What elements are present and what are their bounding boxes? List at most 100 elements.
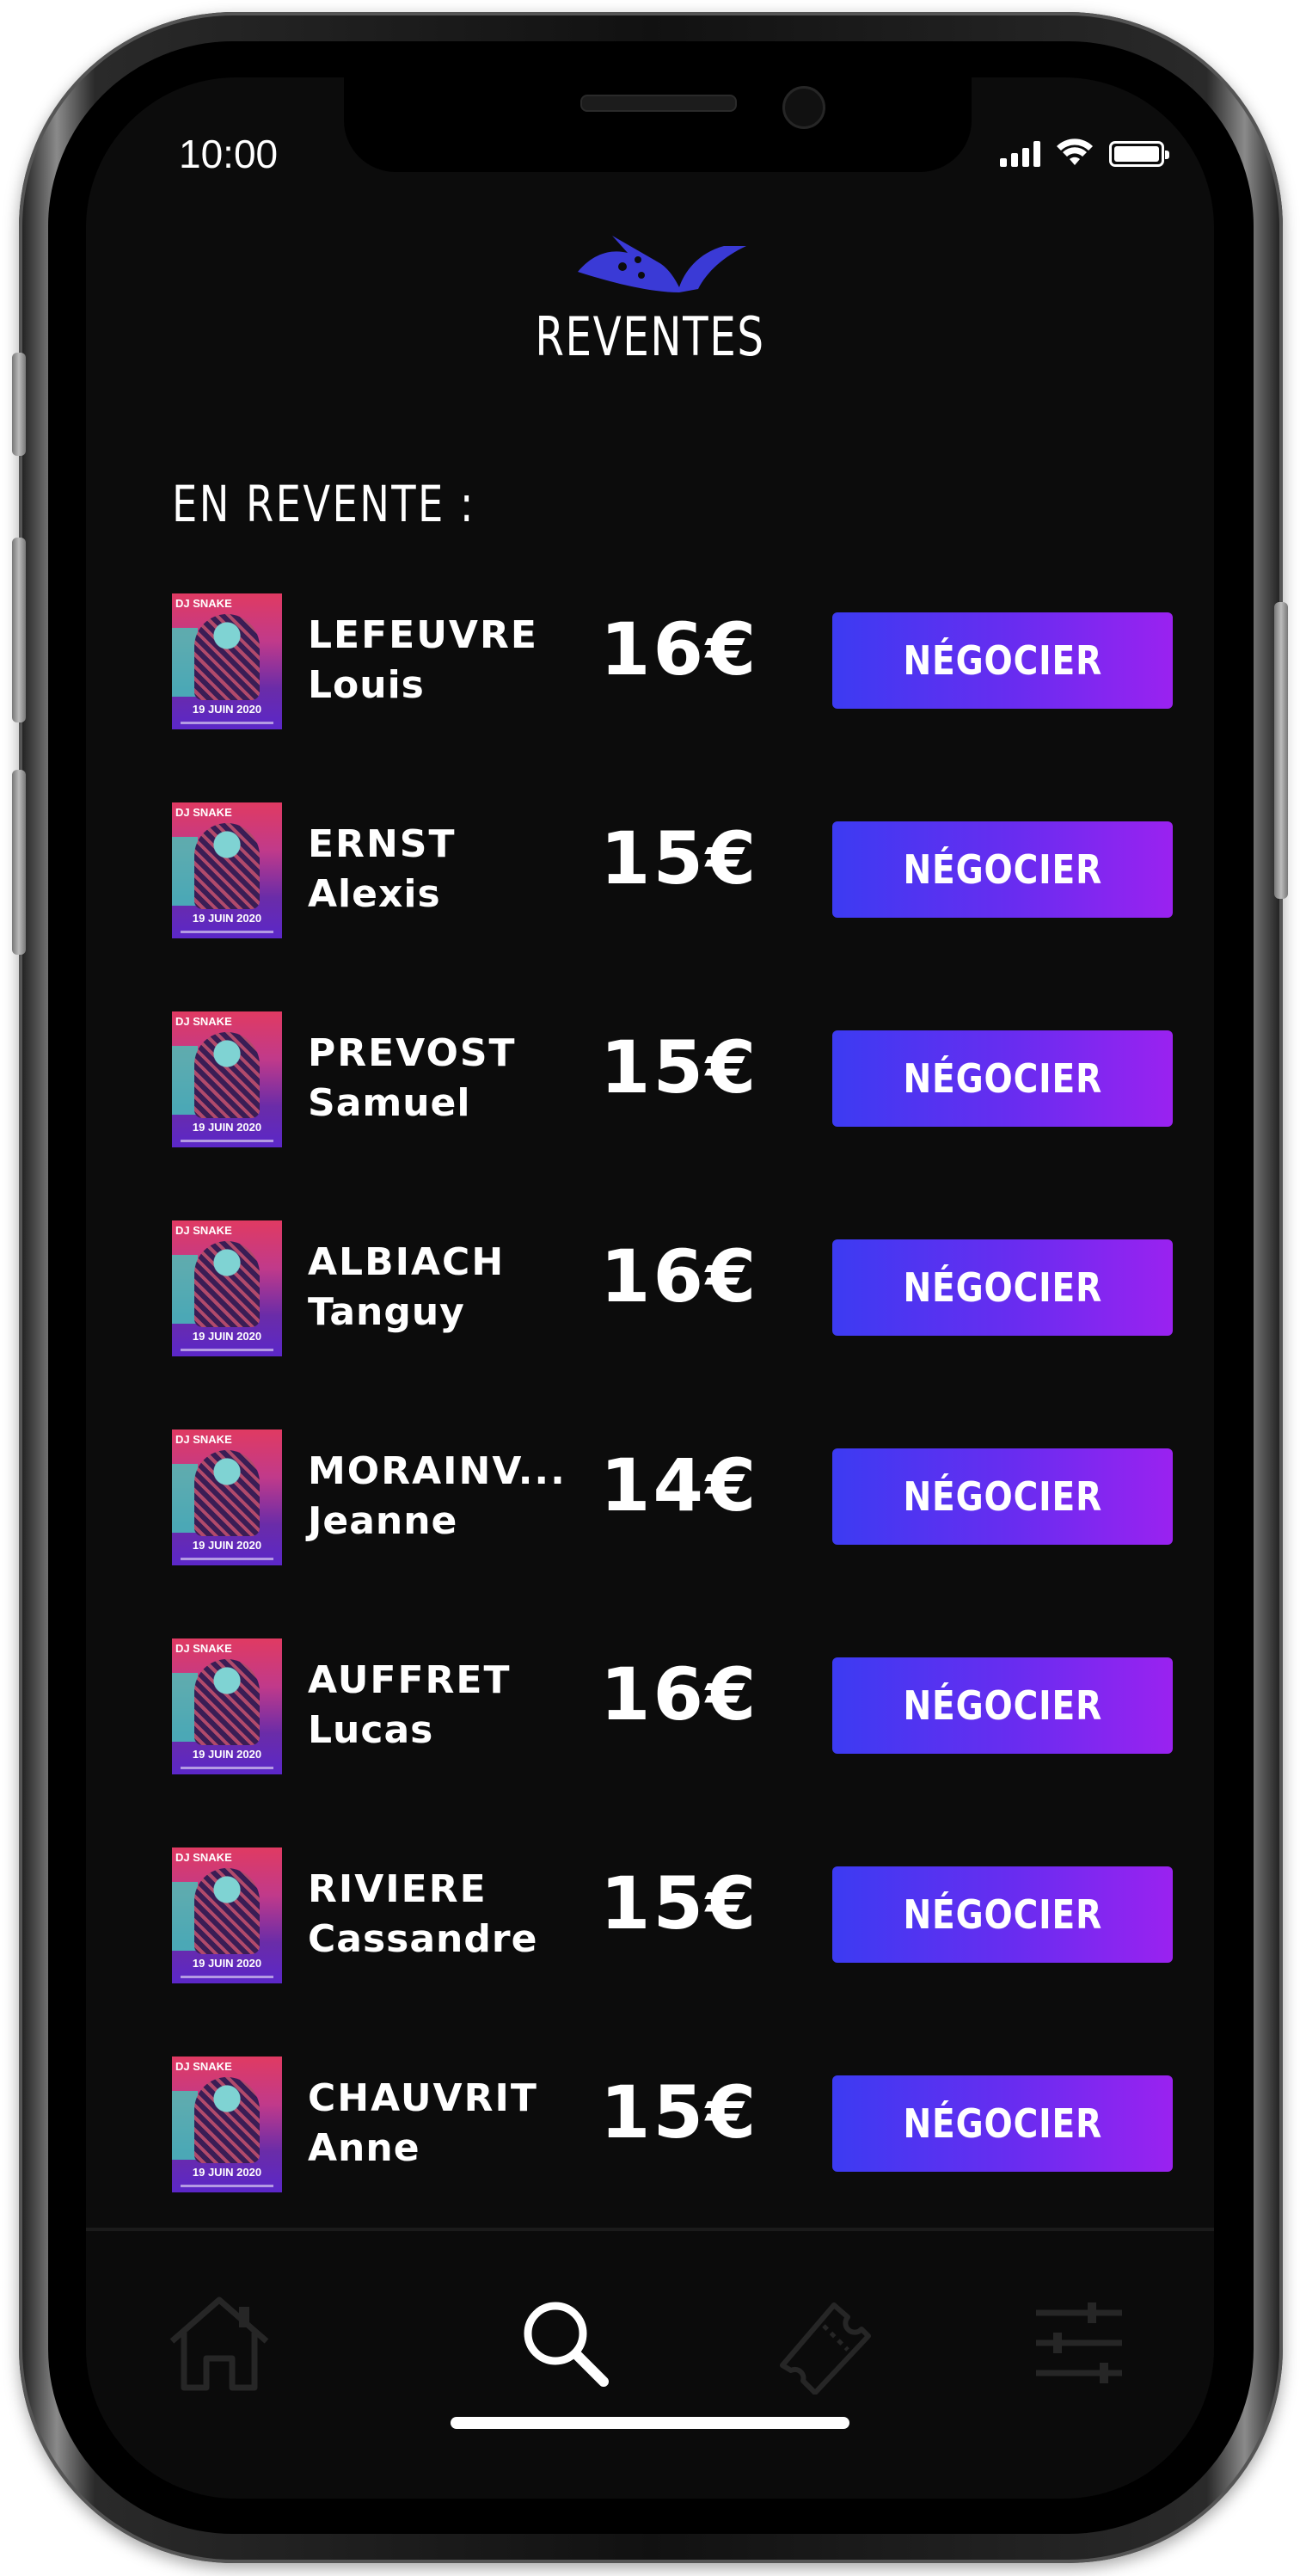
thumbnail-date-label: 19 JUIN 2020 bbox=[192, 703, 262, 716]
seller-firstname: Alexis bbox=[308, 872, 441, 916]
thumbnail-date-label: 19 JUIN 2020 bbox=[192, 1539, 262, 1552]
seller-lastname: LEFEUVRE bbox=[308, 613, 538, 657]
search-icon bbox=[524, 2302, 609, 2387]
thumbnail-date-label: 19 JUIN 2020 bbox=[192, 1121, 262, 1134]
thumbnail-footer-line bbox=[181, 1558, 273, 1560]
thumbnail-date-label: 19 JUIN 2020 bbox=[192, 1330, 262, 1343]
seller-lastname: ERNST bbox=[308, 822, 457, 866]
negotiate-button[interactable]: NÉGOCIER bbox=[832, 1239, 1173, 1336]
seller-firstname: Samuel bbox=[308, 1081, 471, 1125]
seller-name: ERNST Alexis bbox=[308, 820, 592, 919]
tab-tickets[interactable] bbox=[765, 2291, 877, 2395]
volume-up-button bbox=[12, 538, 26, 722]
thumbnail-date-label: 19 JUIN 2020 bbox=[192, 1748, 262, 1761]
ticket-price: 16€ bbox=[600, 607, 759, 692]
wifi-icon bbox=[1057, 138, 1093, 165]
ticket-price: 15€ bbox=[600, 1025, 759, 1110]
thumbnail-artist-figure bbox=[194, 614, 260, 700]
negotiate-button-label: NÉGOCIER bbox=[903, 1891, 1102, 1938]
negotiate-button[interactable]: NÉGOCIER bbox=[832, 1866, 1173, 1963]
section-heading: EN REVENTE : bbox=[172, 475, 475, 533]
seller-firstname: Lucas bbox=[308, 1708, 434, 1752]
negotiate-button[interactable]: NÉGOCIER bbox=[832, 1030, 1173, 1127]
event-thumbnail: DJ SNAKE 19 JUIN 2020 bbox=[172, 1220, 282, 1356]
negotiate-button-label: NÉGOCIER bbox=[903, 1682, 1102, 1729]
seller-name: CHAUVRIT Anne bbox=[308, 2074, 592, 2173]
front-camera bbox=[782, 86, 825, 129]
power-button bbox=[1274, 602, 1288, 899]
seller-firstname: Cassandre bbox=[308, 1917, 538, 1961]
seller-name: RIVIERE Cassandre bbox=[308, 1865, 592, 1964]
negotiate-button-label: NÉGOCIER bbox=[903, 1473, 1102, 1520]
tab-home[interactable] bbox=[163, 2291, 275, 2395]
resale-row: DJ SNAKE 19 JUIN 2020 RIVIERE Cassandre 15€ N… bbox=[86, 1847, 1214, 1985]
resale-row: DJ SNAKE 19 JUIN 2020 CHAUVRIT Anne 15€ NÉGOC… bbox=[86, 2056, 1214, 2194]
negotiate-button[interactable]: NÉGOCIER bbox=[832, 1448, 1173, 1545]
thumbnail-artist-label: DJ SNAKE bbox=[175, 1224, 232, 1237]
thumbnail-footer-line bbox=[181, 1976, 273, 1978]
page-title: REVENTES bbox=[535, 305, 765, 368]
negotiate-button-label: NÉGOCIER bbox=[903, 637, 1102, 684]
seller-lastname: AUFFRET bbox=[308, 1658, 512, 1702]
event-thumbnail: DJ SNAKE 19 JUIN 2020 bbox=[172, 2056, 282, 2192]
resale-row: DJ SNAKE 19 JUIN 2020 AUFFRET Lucas 16€ NÉGOC… bbox=[86, 1638, 1214, 1776]
thumbnail-artist-label: DJ SNAKE bbox=[175, 1015, 232, 1028]
thumbnail-date-label: 19 JUIN 2020 bbox=[192, 1957, 262, 1970]
seller-firstname: Anne bbox=[308, 2126, 420, 2170]
seller-name: MORAINV... Jeanne bbox=[308, 1447, 592, 1546]
resale-row: DJ SNAKE 19 JUIN 2020 PREVOST Samuel 15€ NÉGO… bbox=[86, 1011, 1214, 1149]
resale-row: DJ SNAKE 19 JUIN 2020 MORAINV... Jeanne 14€ N… bbox=[86, 1429, 1214, 1567]
negotiate-button-label: NÉGOCIER bbox=[903, 1055, 1102, 1102]
ticket-price: 15€ bbox=[600, 1861, 759, 1946]
tab-search[interactable] bbox=[509, 2291, 621, 2395]
ticket-price: 15€ bbox=[600, 816, 759, 901]
speaker-grille bbox=[580, 95, 737, 112]
negotiate-button-label: NÉGOCIER bbox=[903, 846, 1102, 893]
thumbnail-footer-line bbox=[181, 931, 273, 933]
seller-firstname: Tanguy bbox=[308, 1290, 465, 1334]
resale-row: DJ SNAKE 19 JUIN 2020 ALBIACH Tanguy 16€ NÉGO… bbox=[86, 1220, 1214, 1358]
mute-switch bbox=[12, 353, 26, 456]
negotiate-button[interactable]: NÉGOCIER bbox=[832, 1657, 1173, 1754]
thumbnail-artist-figure bbox=[194, 1868, 260, 1954]
seller-name: PREVOST Samuel bbox=[308, 1029, 592, 1128]
seller-name: ALBIACH Tanguy bbox=[308, 1238, 592, 1337]
thumbnail-date-label: 19 JUIN 2020 bbox=[192, 2166, 262, 2179]
event-thumbnail: DJ SNAKE 19 JUIN 2020 bbox=[172, 593, 282, 729]
resale-row: DJ SNAKE 19 JUIN 2020 ERNST Alexis 15€ NÉGOCI… bbox=[86, 802, 1214, 940]
seller-firstname: Louis bbox=[308, 663, 425, 707]
negotiate-button[interactable]: NÉGOCIER bbox=[832, 612, 1173, 709]
event-thumbnail: DJ SNAKE 19 JUIN 2020 bbox=[172, 1011, 282, 1147]
seller-name: LEFEUVRE Louis bbox=[308, 611, 592, 710]
thumbnail-artist-label: DJ SNAKE bbox=[175, 597, 232, 610]
tab-settings[interactable] bbox=[1023, 2291, 1135, 2395]
event-thumbnail: DJ SNAKE 19 JUIN 2020 bbox=[172, 1638, 282, 1774]
thumbnail-artist-figure bbox=[194, 2077, 260, 2163]
app-logo-icon bbox=[578, 236, 746, 292]
thumbnail-artist-label: DJ SNAKE bbox=[175, 1851, 232, 1864]
negotiate-button-label: NÉGOCIER bbox=[903, 2100, 1102, 2147]
seller-lastname: MORAINV... bbox=[308, 1449, 567, 1493]
thumbnail-footer-line bbox=[181, 722, 273, 724]
thumbnail-artist-figure bbox=[194, 1659, 260, 1745]
thumbnail-artist-figure bbox=[194, 1032, 260, 1118]
thumbnail-artist-label: DJ SNAKE bbox=[175, 1433, 232, 1446]
thumbnail-date-label: 19 JUIN 2020 bbox=[192, 912, 262, 925]
status-time: 10:00 bbox=[179, 132, 279, 176]
thumbnail-footer-line bbox=[181, 1349, 273, 1351]
app-screen: 10:00 REVENTES EN REVENTE : DJ SNAKE 19 J… bbox=[86, 77, 1214, 2499]
event-thumbnail: DJ SNAKE 19 JUIN 2020 bbox=[172, 1847, 282, 1983]
ticket-price: 14€ bbox=[600, 1443, 759, 1528]
thumbnail-footer-line bbox=[181, 1140, 273, 1142]
seller-lastname: CHAUVRIT bbox=[308, 2076, 538, 2120]
seller-name: AUFFRET Lucas bbox=[308, 1656, 592, 1755]
home-icon bbox=[169, 2296, 269, 2391]
cellular-signal-icon bbox=[1000, 141, 1040, 167]
ticket-price: 15€ bbox=[600, 2070, 759, 2155]
thumbnail-artist-label: DJ SNAKE bbox=[175, 806, 232, 819]
negotiate-button[interactable]: NÉGOCIER bbox=[832, 821, 1173, 918]
ticket-price: 16€ bbox=[600, 1652, 759, 1737]
home-indicator[interactable] bbox=[451, 2417, 849, 2429]
negotiate-button[interactable]: NÉGOCIER bbox=[832, 2075, 1173, 2172]
thumbnail-footer-line bbox=[181, 2185, 273, 2187]
